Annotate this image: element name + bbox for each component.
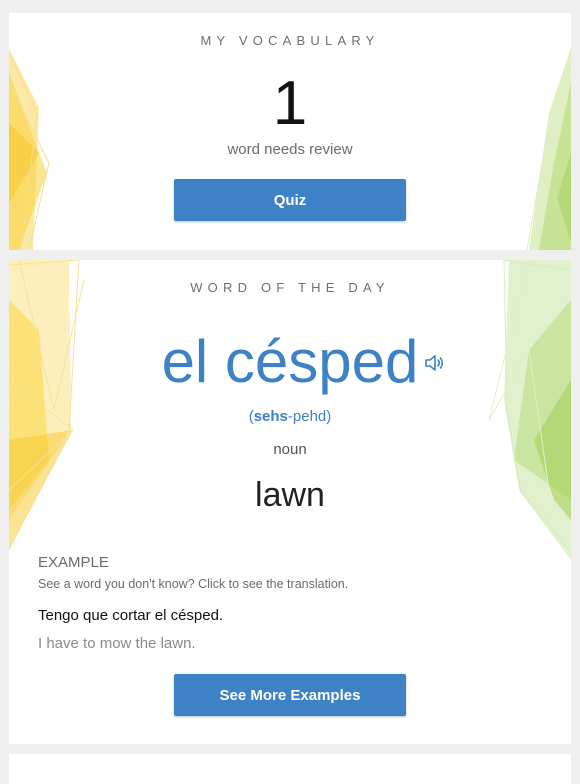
pronunciation: (sehs-pehd) xyxy=(248,408,332,425)
featured-word: el césped xyxy=(161,328,419,395)
pronunciation-stressed: sehs xyxy=(253,408,288,425)
part-of-speech: noun xyxy=(273,441,307,458)
see-more-examples-button[interactable]: See More Examples xyxy=(174,674,406,716)
vocabulary-card: MY VOCABULARY 1 word needs review Quiz xyxy=(9,13,571,250)
review-label: word needs review xyxy=(227,141,353,158)
example-heading: EXAMPLE xyxy=(38,554,109,571)
example-hint: See a word you don't know? Click to see … xyxy=(38,577,349,591)
quiz-button[interactable]: Quiz xyxy=(174,179,406,221)
word-translation: lawn xyxy=(255,476,325,514)
example-translation: I have to mow the lawn. xyxy=(38,635,196,652)
speaker-icon[interactable] xyxy=(423,352,445,374)
word-of-the-day-heading: WORD OF THE DAY xyxy=(190,280,390,295)
example-sentence[interactable]: Tengo que cortar el césped. xyxy=(38,607,223,624)
next-card xyxy=(9,754,571,784)
review-count: 1 xyxy=(272,69,308,138)
vocabulary-heading: MY VOCABULARY xyxy=(200,33,380,48)
pronunciation-rest: -pehd xyxy=(287,408,327,425)
word-of-the-day-card: WORD OF THE DAY el césped (sehs-pehd) no… xyxy=(9,260,571,744)
